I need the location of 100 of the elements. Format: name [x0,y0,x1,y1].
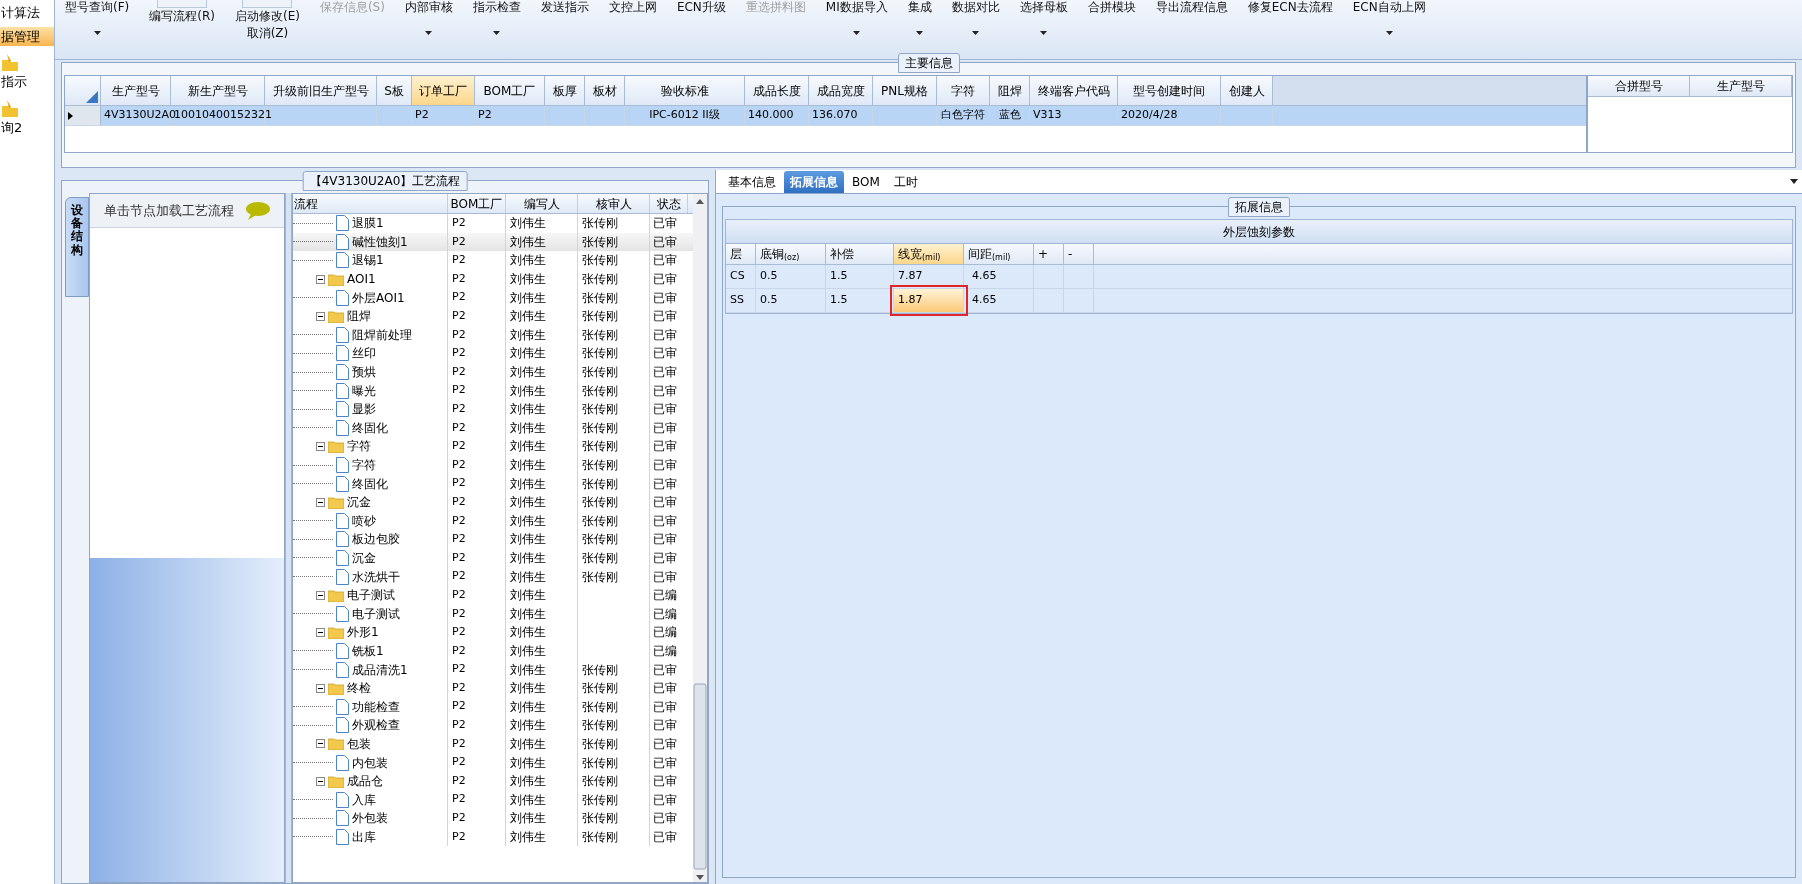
tab[interactable]: BOM [846,171,886,193]
collapse-icon[interactable] [316,497,325,507]
collapse-icon[interactable] [316,739,325,749]
column-header[interactable]: 字符 [937,76,990,105]
table-cell-text: P2 [452,326,466,343]
table-cell: 136.070 [812,107,858,124]
sidebar-item[interactable]: 计算法 [0,3,54,23]
column-header[interactable]: 核审人 [578,194,650,213]
table-cell[interactable]: 7.87 [898,268,923,285]
tab[interactable]: 基本信息 [722,171,782,193]
column-header[interactable]: 状态 [650,194,688,213]
column-header[interactable]: 间距$_{(mil)}$ [964,244,1034,264]
scrollbar[interactable] [693,194,707,882]
table-cell-text: 刘伟生 [510,605,546,623]
table-cell-text: 已审 [653,308,677,326]
table-cell-text: 刘伟生 [510,438,546,456]
toolbar-button[interactable]: 合拼模块 [1087,0,1136,15]
tree-label: 喷砂 [352,512,376,530]
column-header[interactable]: 板厚 [545,76,585,105]
collapse-icon[interactable] [316,274,325,284]
column-header[interactable]: 阻焊 [990,76,1030,105]
table-cell-text: P2 [452,419,466,436]
table-cell: 140.000 [748,107,794,124]
table-cell[interactable]: 4.65 [972,292,997,309]
table-cell-text: 已审 [653,512,677,530]
sidebar-item[interactable]: 据管理 [0,26,54,46]
collapse-icon[interactable] [316,627,325,637]
column-header[interactable]: 层 [726,244,756,264]
column-header[interactable]: 流程 [293,194,448,213]
toolbar-button[interactable]: 取消(Z) [246,25,289,42]
table-cell-text: 刘伟生 [510,289,546,307]
table-cell[interactable]: 0.5 [760,268,778,285]
document-icon [336,215,349,232]
column-header[interactable]: 验收标准 [625,76,745,105]
toolbar-button[interactable]: 发送指示 [540,0,589,15]
toolbar-button[interactable]: MI数据导入 [825,0,888,35]
table-cell[interactable]: CS [730,268,745,285]
table-cell[interactable]: 1.5 [830,292,848,309]
toolbar-button[interactable]: 修复ECN去流程 [1247,0,1333,15]
table-cell-text: 已审 [653,754,677,772]
toolbar-button[interactable]: 型号查询(F) [65,0,130,35]
table-cell[interactable]: SS [730,292,744,309]
document-icon [336,754,349,771]
sidebar-item[interactable]: 指示 [0,50,54,92]
table-cell[interactable]: 4.65 [972,268,997,285]
toolbar-button[interactable]: ECN升级 [676,0,726,15]
table-cell[interactable]: 0.5 [760,292,778,309]
column-header[interactable]: 终端客户代码 [1030,76,1118,105]
table-cell: P2 [452,252,466,269]
toolbar-button[interactable]: 文控上网 [608,0,657,15]
toolbar-button[interactable]: 内部审核 [404,0,453,35]
tree-label: AOI1 [347,271,376,289]
document-icon [336,233,349,250]
toolbar-button[interactable]: 编写流程(R) [149,8,215,25]
dropdown-caret-icon [1040,31,1048,35]
table-row[interactable]: 4V3130U2A010010400152321 P2 P2 IPC-6012 II级 140.000 136.070 白色字符 蓝色 V313 2020/4/28 [65,106,1586,126]
column-header[interactable]: 成品宽度 [809,76,873,105]
table-cell-text: 已审 [653,382,677,400]
collapse-icon[interactable] [316,590,325,600]
column-header[interactable]: 线宽$_{(mil)}$ [894,244,964,264]
tab[interactable]: 工时 [887,171,924,193]
column-header[interactable]: + [1034,244,1064,264]
column-header[interactable]: PNL规格 [873,76,937,105]
column-header[interactable]: 编写人 [506,194,578,213]
collapse-icon[interactable] [316,683,325,693]
column-header[interactable]: 新生产型号 [171,76,265,105]
column-header[interactable]: 型号创建时间 [1118,76,1221,105]
toolbar-button[interactable]: ECN自动上网 [1352,0,1426,35]
column-header[interactable]: 合拼型号 [1588,76,1690,96]
collapse-icon[interactable] [316,441,325,451]
document-icon [336,531,349,548]
table-cell-text: 张传刚 [582,401,618,419]
column-header[interactable]: 生产型号 [1690,76,1792,96]
toolbar-button[interactable]: 数据对比 [951,0,1000,35]
dropdown-caret-icon[interactable] [1790,179,1798,184]
table-cell: P2 [452,215,466,232]
toolbar-button[interactable]: 启动修改(E) [234,8,300,25]
toolbar-button[interactable]: 导出流程信息 [1155,0,1228,15]
toolbar-button[interactable]: 选择母板 [1019,0,1068,35]
vertical-tab[interactable]: 设备结构 [65,197,89,297]
document-icon [336,791,349,808]
table-cell-text: P2 [452,270,466,287]
select-all-icon[interactable] [86,91,98,103]
column-header[interactable]: 板材 [585,76,625,105]
toolbar-button[interactable]: 集成 [907,0,932,35]
column-header[interactable]: - [1064,244,1094,264]
column-header[interactable]: 成品长度 [745,76,809,105]
sidebar-item[interactable]: 询2 [0,95,54,137]
column-header[interactable]: 底铜$_{(oz)}$ [756,244,826,264]
column-header[interactable]: 生产型号 [101,76,171,105]
toolbar-button[interactable]: 指示检查 [472,0,521,35]
table-cell[interactable]: 1.5 [830,268,848,285]
collapse-icon[interactable] [316,311,325,321]
tree-label: 丝印 [352,345,376,363]
column-header[interactable]: BOM工厂 [448,194,506,213]
column-header[interactable]: BOM工厂 [475,76,545,105]
column-header[interactable]: 升级前旧生产型号 [265,76,377,105]
collapse-icon[interactable] [316,776,325,786]
column-header[interactable]: 订单工厂 [412,76,475,105]
tab[interactable]: 拓展信息 [784,171,844,193]
